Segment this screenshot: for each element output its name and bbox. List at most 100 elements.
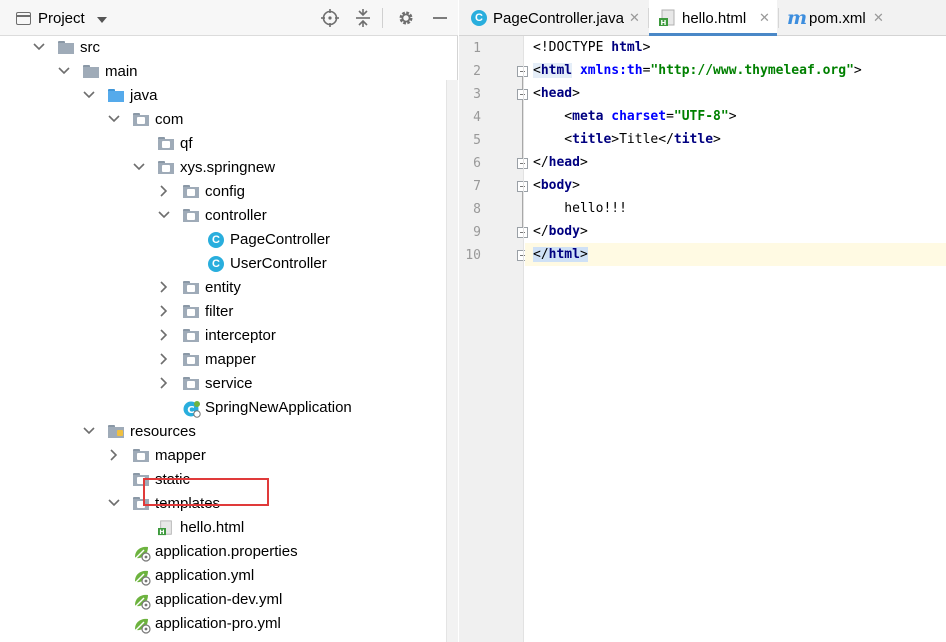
- editor-area: C PageController.java ✕ H hello.html ✕ m…: [459, 0, 946, 642]
- highlight-annotation-box: [143, 478, 269, 506]
- package-icon: [183, 184, 200, 200]
- code-line-4: <meta charset="UTF-8">: [533, 109, 737, 124]
- tree-node-interceptor[interactable]: interceptor: [0, 324, 446, 348]
- chevron-down-icon[interactable]: [57, 64, 71, 78]
- code-line-8: hello!!!: [533, 201, 627, 216]
- line-number-gutter: 1 2 3 4 5 6 7 8 9 10: [459, 36, 528, 642]
- chevron-down-icon[interactable]: [107, 496, 121, 510]
- tree-node-label: xys.springnew: [180, 159, 276, 176]
- code-editor[interactable]: <!DOCTYPE html> <html xmlns:th="http://w…: [525, 36, 946, 642]
- code-line-10: </html>: [533, 247, 588, 262]
- chevron-down-icon[interactable]: [32, 40, 46, 54]
- tree-node-usercontroller[interactable]: C UserController: [0, 252, 446, 276]
- spring-config-icon: [133, 568, 151, 586]
- chevron-down-icon[interactable]: [82, 88, 96, 102]
- tab-hello-html[interactable]: H hello.html ✕: [649, 0, 777, 36]
- tree-node-controller[interactable]: controller: [0, 204, 446, 228]
- chevron-down-icon[interactable]: [82, 424, 96, 438]
- tree-node-label: UserController: [230, 255, 327, 272]
- tab-page-controller[interactable]: C PageController.java ✕: [459, 0, 647, 36]
- tree-node-label: SpringNewApplication: [205, 399, 352, 416]
- tree-node-src[interactable]: src: [0, 36, 446, 60]
- close-icon[interactable]: ✕: [759, 10, 770, 26]
- tree-node-pagecontroller[interactable]: C PageController: [0, 228, 446, 252]
- line-number: 3: [473, 87, 481, 102]
- tree-node-label: application-dev.yml: [155, 591, 283, 608]
- svg-text:H: H: [661, 19, 667, 27]
- chevron-down-icon[interactable]: [132, 160, 146, 174]
- tree-node-mapper[interactable]: mapper: [0, 444, 446, 468]
- chevron-down-icon[interactable]: [157, 208, 171, 222]
- chevron-right-icon[interactable]: [157, 304, 171, 318]
- html-file-icon: H: [158, 520, 175, 536]
- tree-node-filter[interactable]: filter: [0, 300, 446, 324]
- tree-node-java[interactable]: java: [0, 84, 446, 108]
- tree-node-service[interactable]: service: [0, 372, 446, 396]
- close-icon[interactable]: ✕: [873, 10, 884, 26]
- line-number: 5: [473, 133, 481, 148]
- tree-node-xys-springnew[interactable]: xys.springnew: [0, 156, 446, 180]
- project-tool-window: Project src main java com qf xys.springnew con…: [0, 0, 458, 642]
- tree-node-label: hello.html: [180, 519, 245, 536]
- spring-config-icon: [133, 544, 151, 562]
- code-line-2: <html xmlns:th="http://www.thymeleaf.org…: [533, 63, 862, 78]
- close-icon[interactable]: ✕: [629, 10, 640, 26]
- project-panel-header: Project: [0, 0, 458, 36]
- package-icon: [183, 376, 200, 392]
- folder-icon: [58, 40, 75, 56]
- chevron-down-icon[interactable]: [107, 112, 121, 126]
- html-file-icon: H: [659, 9, 677, 27]
- tree-node-application-dev-yml[interactable]: application-dev.yml: [0, 588, 446, 612]
- locate-icon[interactable]: [320, 8, 340, 28]
- spring-config-icon: [133, 592, 151, 610]
- chevron-right-icon[interactable]: [157, 352, 171, 366]
- gear-icon[interactable]: [396, 8, 416, 28]
- code-line-3: <head>: [533, 86, 580, 101]
- chevron-right-icon[interactable]: [157, 184, 171, 198]
- tree-node-label: qf: [180, 135, 193, 152]
- tree-node-com[interactable]: com: [0, 108, 446, 132]
- chevron-down-icon[interactable]: [97, 17, 107, 23]
- tree-node-config[interactable]: config: [0, 180, 446, 204]
- line-number: 4: [473, 110, 481, 125]
- tree-node-application-pro-yml[interactable]: application-pro.yml: [0, 612, 446, 636]
- java-class-icon: C: [208, 232, 225, 248]
- chevron-right-icon[interactable]: [107, 448, 121, 462]
- tree-scrollbar[interactable]: [446, 80, 458, 642]
- project-view-selector[interactable]: Project: [38, 10, 85, 27]
- tree-node-application-yml[interactable]: application.yml: [0, 564, 446, 588]
- tree-node-label: java: [130, 87, 158, 104]
- tree-node-resources[interactable]: resources: [0, 420, 446, 444]
- chevron-right-icon[interactable]: [157, 376, 171, 390]
- tree-node-label: mapper: [155, 447, 206, 464]
- maven-icon: m: [787, 7, 808, 29]
- tab-pom-xml[interactable]: m pom.xml ✕: [779, 0, 889, 36]
- package-icon: [158, 136, 175, 152]
- tree-node-entity[interactable]: entity: [0, 276, 446, 300]
- tree-node-label: mapper: [205, 351, 256, 368]
- package-icon: [183, 328, 200, 344]
- line-number: 9: [473, 225, 481, 240]
- code-line-5: <title>Title</title>: [533, 132, 721, 147]
- package-icon: [133, 448, 150, 464]
- minimize-icon[interactable]: [430, 8, 450, 28]
- tree-node-label: com: [155, 111, 184, 128]
- tree-node-qf[interactable]: qf: [0, 132, 446, 156]
- chevron-right-icon[interactable]: [157, 280, 171, 294]
- tree-node-application-properties[interactable]: application.properties: [0, 540, 446, 564]
- spring-boot-class-icon: C: [183, 400, 201, 418]
- package-icon: [183, 280, 200, 296]
- code-line-7: <body>: [533, 178, 580, 193]
- tree-node-hello-html[interactable]: Hhello.html: [0, 516, 446, 540]
- line-number: 2: [473, 64, 481, 79]
- gutter-divider: [523, 36, 524, 642]
- tree-node-main[interactable]: main: [0, 60, 446, 84]
- tab-label: hello.html: [682, 10, 747, 27]
- collapse-all-icon[interactable]: [353, 8, 373, 28]
- tree-node-mapper[interactable]: mapper: [0, 348, 446, 372]
- tree-node-label: config: [205, 183, 246, 200]
- folder-icon: [83, 64, 100, 80]
- chevron-right-icon[interactable]: [157, 328, 171, 342]
- tree-node-springnewapplication[interactable]: C SpringNewApplication: [0, 396, 446, 420]
- tree-node-label: application-pro.yml: [155, 615, 281, 632]
